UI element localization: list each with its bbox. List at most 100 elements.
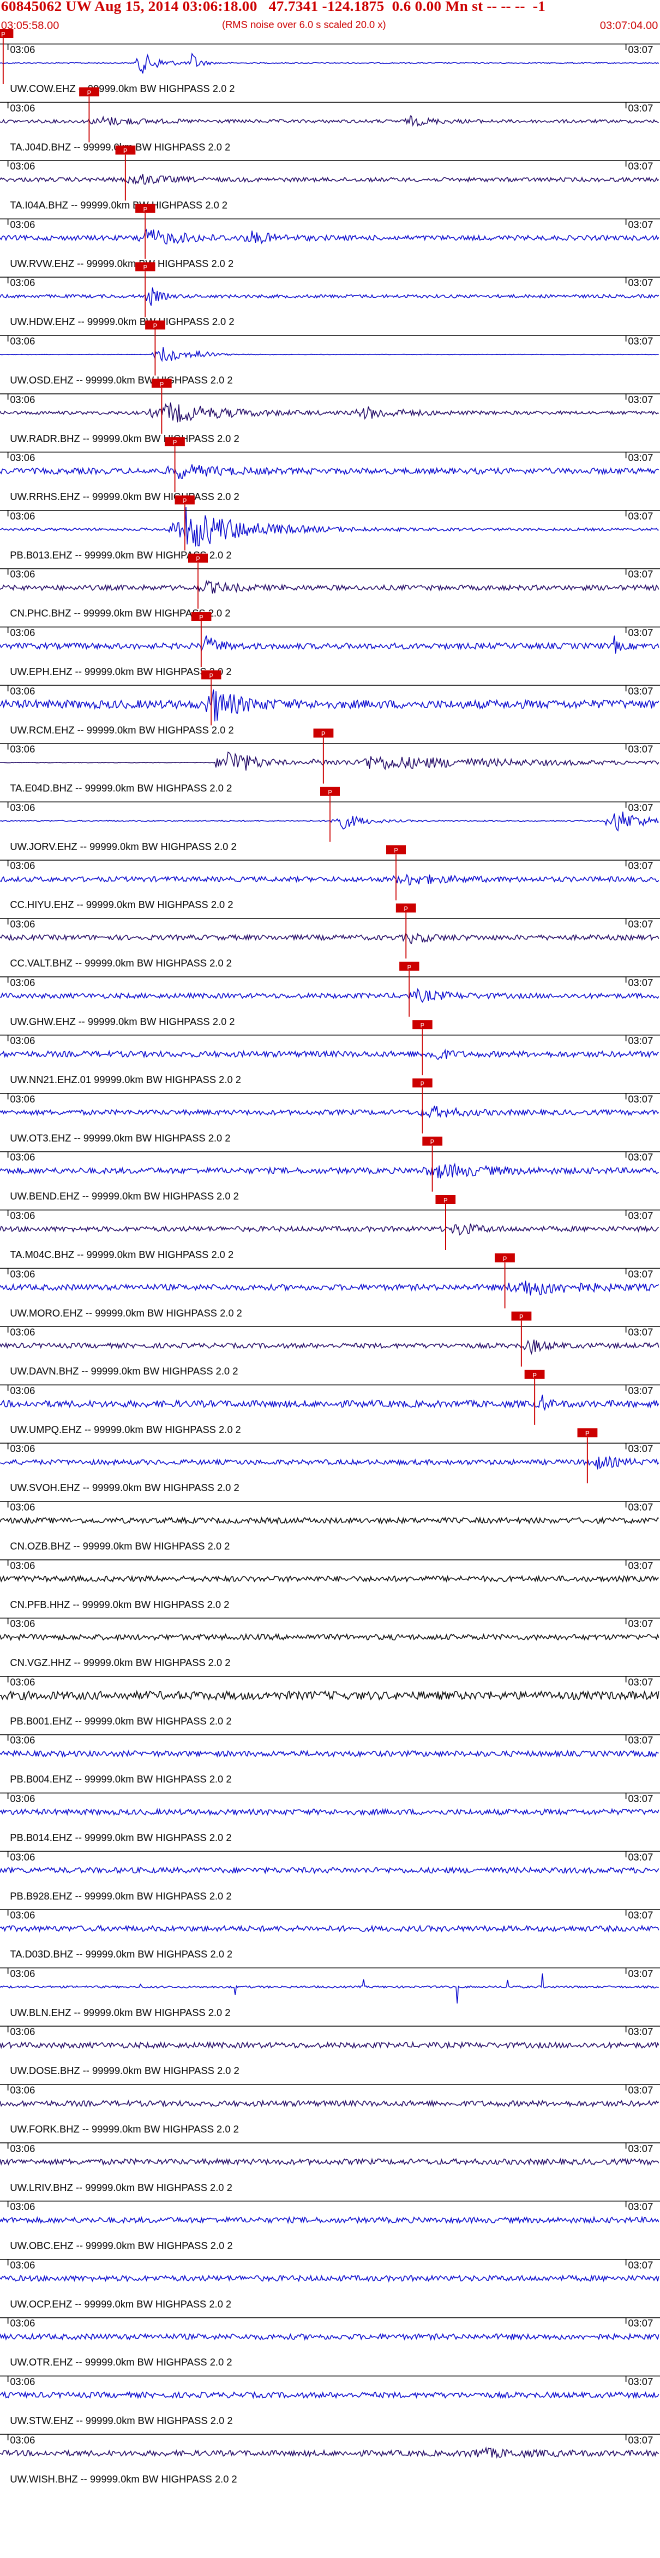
waveform-trace — [0, 2157, 660, 2167]
channel-20: 03:06 03:07 TA.M04C.BHZ -- 99999.0km BW HI… — [0, 1195, 660, 1261]
tick-label-left: 03:06 — [10, 1444, 35, 1455]
tick-label-right: 03:07 — [628, 1386, 653, 1397]
channel-24: 03:06 03:07 UW.SVOH.EHZ -- 99999.0km BW HI… — [0, 1428, 660, 1494]
tick-label-left: 03:06 — [10, 2377, 35, 2388]
channel-7: 03:06 03:07 UW.RRHS.EHZ -- 99999.0km BW HI… — [0, 437, 660, 503]
tick-label-left: 03:06 — [10, 861, 35, 872]
tick-label-right: 03:07 — [628, 1677, 653, 1688]
channel-12: 03:06 03:07 TA.E04D.BHZ -- 99999.0km BW HI… — [0, 728, 660, 795]
channel-35: 03:06 03:07 UW.FORK.BHZ -- 99999.0km BW HI… — [0, 2084, 660, 2136]
waveform-trace — [0, 1866, 660, 1875]
seismogram-section: 03:06 03:07 UW.COW.EHZ -- 99999.0km BW HIG… — [0, 29, 660, 2485]
channel-23: 03:06 03:07 UW.UMPQ.EHZ -- 99999.0km BW HI… — [0, 1369, 660, 1436]
tick-label-left: 03:06 — [10, 2319, 35, 2330]
channel-label: UW.EPH.EHZ -- 99999.0km BW HIGHPASS 2.0 … — [10, 667, 232, 678]
channel-label: UW.OT3.EHZ -- 99999.0km BW HIGHPASS 2.0 … — [10, 1133, 231, 1144]
pick-flag-label: P — [183, 499, 187, 505]
channel-33: 03:06 03:07 UW.BLN.EHZ -- 99999.0km BW HIG… — [0, 1967, 660, 2019]
channel-label: UW.WISH.BHZ -- 99999.0km BW HIGHPASS 2.0… — [10, 2474, 238, 2485]
tick-label-left: 03:06 — [10, 337, 35, 348]
tick-label-left: 03:06 — [10, 2435, 35, 2446]
waveform-trace — [0, 811, 659, 832]
pick-flag-label: P — [199, 616, 203, 622]
channel-6: 03:06 03:07 UW.RADR.BHZ -- 99999.0km BW HI… — [0, 378, 660, 445]
tick-label-left: 03:06 — [10, 1794, 35, 1805]
waveform-trace — [0, 228, 660, 245]
channel-21: 03:06 03:07 UW.MORO.EHZ -- 99999.0km BW HI… — [0, 1253, 660, 1319]
waveform-trace — [0, 2215, 660, 2225]
channel-5: 03:06 03:07 UW.OSD.EHZ -- 99999.0km BW HIG… — [0, 320, 660, 387]
waveform-trace — [0, 1280, 660, 1296]
tick-label-left: 03:06 — [10, 1736, 35, 1747]
waveform-trace — [0, 1516, 659, 1525]
tick-label-left: 03:06 — [10, 1211, 35, 1222]
channel-label: UW.DAVN.BHZ -- 99999.0km BW HIGHPASS 2.0… — [10, 1367, 238, 1378]
waveform-trace — [0, 2099, 660, 2108]
channel-label: UW.JORV.EHZ -- 99999.0km BW HIGHPASS 2.0… — [10, 842, 237, 853]
tick-label-left: 03:06 — [10, 1269, 35, 1280]
tick-label-right: 03:07 — [628, 395, 653, 406]
waveform-trace — [0, 751, 660, 771]
waveform-trace — [0, 1223, 660, 1236]
tick-label-right: 03:07 — [628, 1211, 653, 1222]
tick-label-left: 03:06 — [10, 1852, 35, 1863]
tick-label-right: 03:07 — [628, 686, 653, 697]
pick-flag-label: P — [443, 1199, 447, 1205]
tick-label-right: 03:07 — [628, 1036, 653, 1047]
pick-flag-label: P — [404, 907, 408, 913]
waveform-trace — [0, 2390, 660, 2400]
tick-label-left: 03:06 — [10, 628, 35, 639]
channel-label: PB.B928.EHZ -- 99999.0km BW HIGHPASS 2.0… — [10, 1891, 232, 1902]
waveform-trace — [0, 1394, 660, 1412]
channel-label: UW.HDW.EHZ -- 99999.0km BW HIGHPASS 2.0 … — [10, 317, 235, 328]
tick-label-left: 03:06 — [10, 2027, 35, 2038]
channel-label: UW.UMPQ.EHZ -- 99999.0km BW HIGHPASS 2.0… — [10, 1425, 241, 1436]
pick-flag-label: P — [420, 1082, 424, 1088]
tick-label-left: 03:06 — [10, 1036, 35, 1047]
tick-label-right: 03:07 — [628, 1969, 653, 1980]
pick-flag-label: P — [196, 557, 200, 563]
channel-label: UW.OSD.EHZ -- 99999.0km BW HIGHPASS 2.0 … — [10, 376, 233, 387]
tick-label-right: 03:07 — [628, 861, 653, 872]
tick-label-right: 03:07 — [628, 2027, 653, 2038]
channel-label: UW.COW.EHZ -- 99999.0km BW HIGHPASS 2.0 … — [10, 84, 235, 95]
channel-label: TA.M04C.BHZ -- 99999.0km BW HIGHPASS 2.0… — [10, 1250, 234, 1261]
tick-label-left: 03:06 — [10, 686, 35, 697]
tick-label-left: 03:06 — [10, 395, 35, 406]
channel-0: 03:06 03:07 UW.COW.EHZ -- 99999.0km BW HIG… — [0, 29, 660, 95]
waveform-trace — [0, 1807, 660, 1817]
tick-label-right: 03:07 — [628, 1736, 653, 1747]
waveform-trace — [0, 402, 659, 423]
channel-40: 03:06 03:07 UW.STW.EHZ -- 99999.0km BW HIG… — [0, 2375, 660, 2427]
channel-39: 03:06 03:07 UW.OTR.EHZ -- 99999.0km BW HIG… — [0, 2317, 660, 2369]
pick-flag-label: P — [123, 149, 127, 155]
pick-flag-label: P — [143, 207, 147, 213]
channel-1: 03:06 03:07TA.J04D.BHZ -- 99999.0km BW HI… — [0, 87, 660, 153]
channel-label: UW.BLN.EHZ -- 99999.0km BW HIGHPASS 2.0 … — [10, 2008, 231, 2019]
waveform-trace — [0, 1455, 660, 1470]
pick-flag-label: P — [533, 1373, 537, 1379]
pick-flag-label: P — [209, 674, 213, 680]
tick-label-right: 03:07 — [628, 920, 653, 931]
waveform-trace — [0, 2446, 660, 2459]
channel-34: 03:06 03:07 UW.DOSE.BHZ -- 99999.0km BW HI… — [0, 2025, 660, 2077]
channel-label: UW.MORO.EHZ -- 99999.0km BW HIGHPASS 2.0… — [10, 1308, 243, 1319]
tick-label-left: 03:06 — [10, 511, 35, 522]
waveform-trace — [0, 1105, 660, 1119]
tick-label-left: 03:06 — [10, 220, 35, 231]
waveform-trace — [0, 635, 660, 654]
waveform-trace — [0, 2274, 660, 2283]
tick-label-left: 03:06 — [10, 570, 35, 581]
waveform-trace — [0, 873, 660, 886]
tick-label-left: 03:06 — [10, 1969, 35, 1980]
channel-label: PB.B001.EHZ -- 99999.0km BW HIGHPASS 2.0… — [10, 1716, 232, 1727]
channel-27: 03:06 03:07 CN.VGZ.HHZ -- 99999.0km BW HIG… — [0, 1617, 660, 1669]
channel-22: 03:06 03:07 UW.DAVN.BHZ -- 99999.0km BW HI… — [0, 1311, 660, 1378]
tick-label-left: 03:06 — [10, 1328, 35, 1339]
waveform-trace — [0, 287, 660, 306]
tick-label-left: 03:06 — [10, 2202, 35, 2213]
tick-label-right: 03:07 — [628, 978, 653, 989]
channel-8: 03:06 03:07PB.B013.EHZ -- 99999.0km BW HI… — [0, 495, 660, 561]
tick-label-right: 03:07 — [628, 745, 653, 756]
tick-label-left: 03:06 — [10, 1911, 35, 1922]
